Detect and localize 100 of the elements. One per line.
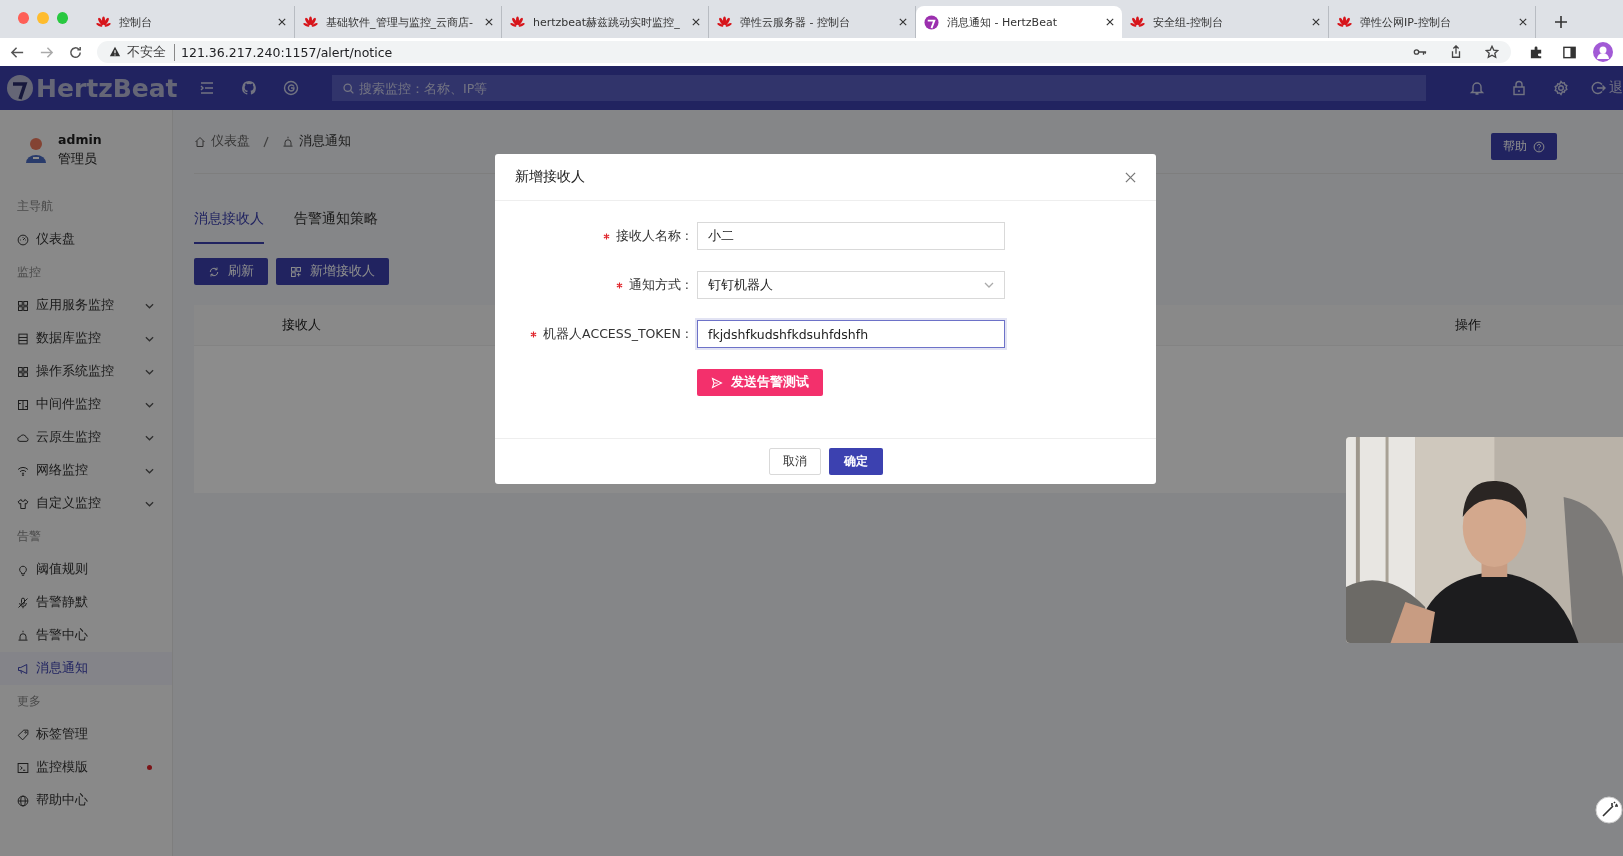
nav-label: 告警中心 [36,627,88,644]
close-icon[interactable] [1125,171,1136,183]
nav-label: 帮助中心 [36,792,88,809]
close-tab-icon[interactable] [899,18,907,26]
nav-item[interactable]: 操作系统监控 [0,355,172,388]
nav-label: 标签管理 [36,726,88,743]
nav-item[interactable]: 告警静默 [0,586,172,619]
confirm-button[interactable]: 确定 [828,448,883,475]
nav-item[interactable]: 数据库监控 [0,322,172,355]
frame-icon [17,398,29,411]
grid-icon [17,365,29,378]
grid-icon [290,265,302,278]
nav-label: 云原生监控 [36,429,101,446]
flower-icon [1337,14,1352,30]
nav-section-title: 更多 [16,693,42,710]
share-icon[interactable] [1449,45,1463,59]
nav-item[interactable]: 云原生监控 [0,421,172,454]
text-field[interactable]: fkjdshfkudshfkdsuhfdshfh [697,320,1005,348]
sidebar-icon[interactable] [1562,44,1577,60]
search-field[interactable]: 搜索监控：名称、IP等 [332,75,1426,101]
close-tab-icon[interactable] [1519,18,1527,26]
flower-icon [303,14,318,30]
url-text: 121.36.217.240:1157/alert/notice [181,44,393,60]
select-field[interactable]: 钉钉机器人 [697,271,1005,299]
user-avatar-icon [24,136,48,164]
nav-item[interactable]: 仪表盘 [0,223,172,256]
logout-label[interactable]: 退 [1609,79,1623,97]
send-test-button[interactable]: 发送告警测试 [697,369,823,396]
nav-item[interactable]: 中间件监控 [0,388,172,421]
user-role: 管理员 [58,151,98,168]
tab-title: 基础软件_管理与监控_云商店- [326,14,474,30]
g-logo-icon[interactable] [283,80,299,96]
user-name: admin [58,132,102,147]
puzzle-icon[interactable] [1529,44,1544,60]
breadcrumb-separator [263,135,269,148]
nav-item[interactable]: 帮助中心 [0,784,172,817]
close-tab-icon[interactable] [278,18,286,26]
browser-tab[interactable]: 消息通知 - HertzBeat [916,6,1122,38]
page-tab[interactable]: 消息接收人 [194,210,264,244]
nav-label: 自定义监控 [36,495,101,512]
logo-icon [924,14,939,30]
close-tab-icon[interactable] [1106,18,1114,26]
bell-icon[interactable] [1469,80,1485,96]
flower-icon [96,14,111,30]
dialog-title: 新增接收人 [515,168,586,186]
profile-avatar-icon[interactable] [1593,42,1613,62]
nav-item[interactable]: 标签管理 [0,718,172,751]
cloud-icon [17,431,29,444]
close-tab-icon[interactable] [1312,18,1320,26]
terminal-icon [17,761,29,774]
address-bar[interactable]: 不安全 121.36.217.240:1157/alert/notice [97,41,1511,63]
text-field[interactable]: 小二 [697,222,1005,250]
nav-item[interactable]: 告警中心 [0,619,172,652]
close-tab-icon[interactable] [692,18,700,26]
database-icon [17,332,29,345]
nav-item[interactable]: 阈值规则 [0,553,172,586]
tab-title: 弹性公网IP-控制台 [1360,14,1452,30]
wifi-icon [17,464,29,477]
help-button[interactable]: 帮助 [1491,133,1557,160]
home-icon [194,135,206,148]
tab-title: 安全组-控制台 [1153,14,1224,30]
star-icon[interactable] [1485,45,1499,59]
send-icon [711,376,723,389]
search-input[interactable]: 搜索监控：名称、IP等 [355,79,1426,97]
nav-label: 应用服务监控 [36,297,114,314]
mute-icon [17,596,29,609]
settings-icon[interactable] [1553,80,1569,96]
logout-icon[interactable] [1590,80,1606,96]
column-header: 接收人 [281,316,322,334]
nav-label: 操作系统监控 [36,363,114,380]
nav-label: 消息通知 [36,660,88,677]
field-label: 通知方式 : [628,276,689,294]
bulb-icon [17,563,29,576]
cancel-button[interactable]: 取消 [768,448,821,475]
nav-label: 中间件监控 [36,396,101,413]
flower-icon [510,14,525,30]
github-icon[interactable] [241,80,257,96]
search-icon [342,81,355,95]
breadcrumb-link[interactable]: 仪表盘 [211,133,250,150]
alarm-icon [282,135,294,148]
nav-label: 数据库监控 [36,330,101,347]
nav-label: 阈值规则 [36,561,88,578]
magic-wand-icon[interactable] [1595,796,1623,824]
nav-item[interactable]: 消息通知 [0,652,172,685]
close-tab-icon[interactable] [485,18,493,26]
add-receiver-button[interactable]: 新增接收人 [276,258,389,285]
warning-icon [109,46,121,58]
flower-icon [717,14,732,30]
new-tab-icon[interactable] [1554,15,1568,29]
refresh-button[interactable]: 刷新 [194,258,268,285]
reload-icon[interactable] [68,44,83,60]
page-tab[interactable]: 告警通知策略 [294,210,378,244]
nav-item[interactable]: 网络监控 [0,454,172,487]
nav-item[interactable]: 自定义监控 [0,487,172,520]
nav-section-title: 监控 [16,264,42,281]
globe-icon [17,794,29,807]
nav-item[interactable]: 应用服务监控 [0,289,172,322]
nav-item[interactable]: 监控模版 [0,751,172,784]
shirt-icon [17,497,29,510]
lock-icon[interactable] [1511,80,1527,96]
